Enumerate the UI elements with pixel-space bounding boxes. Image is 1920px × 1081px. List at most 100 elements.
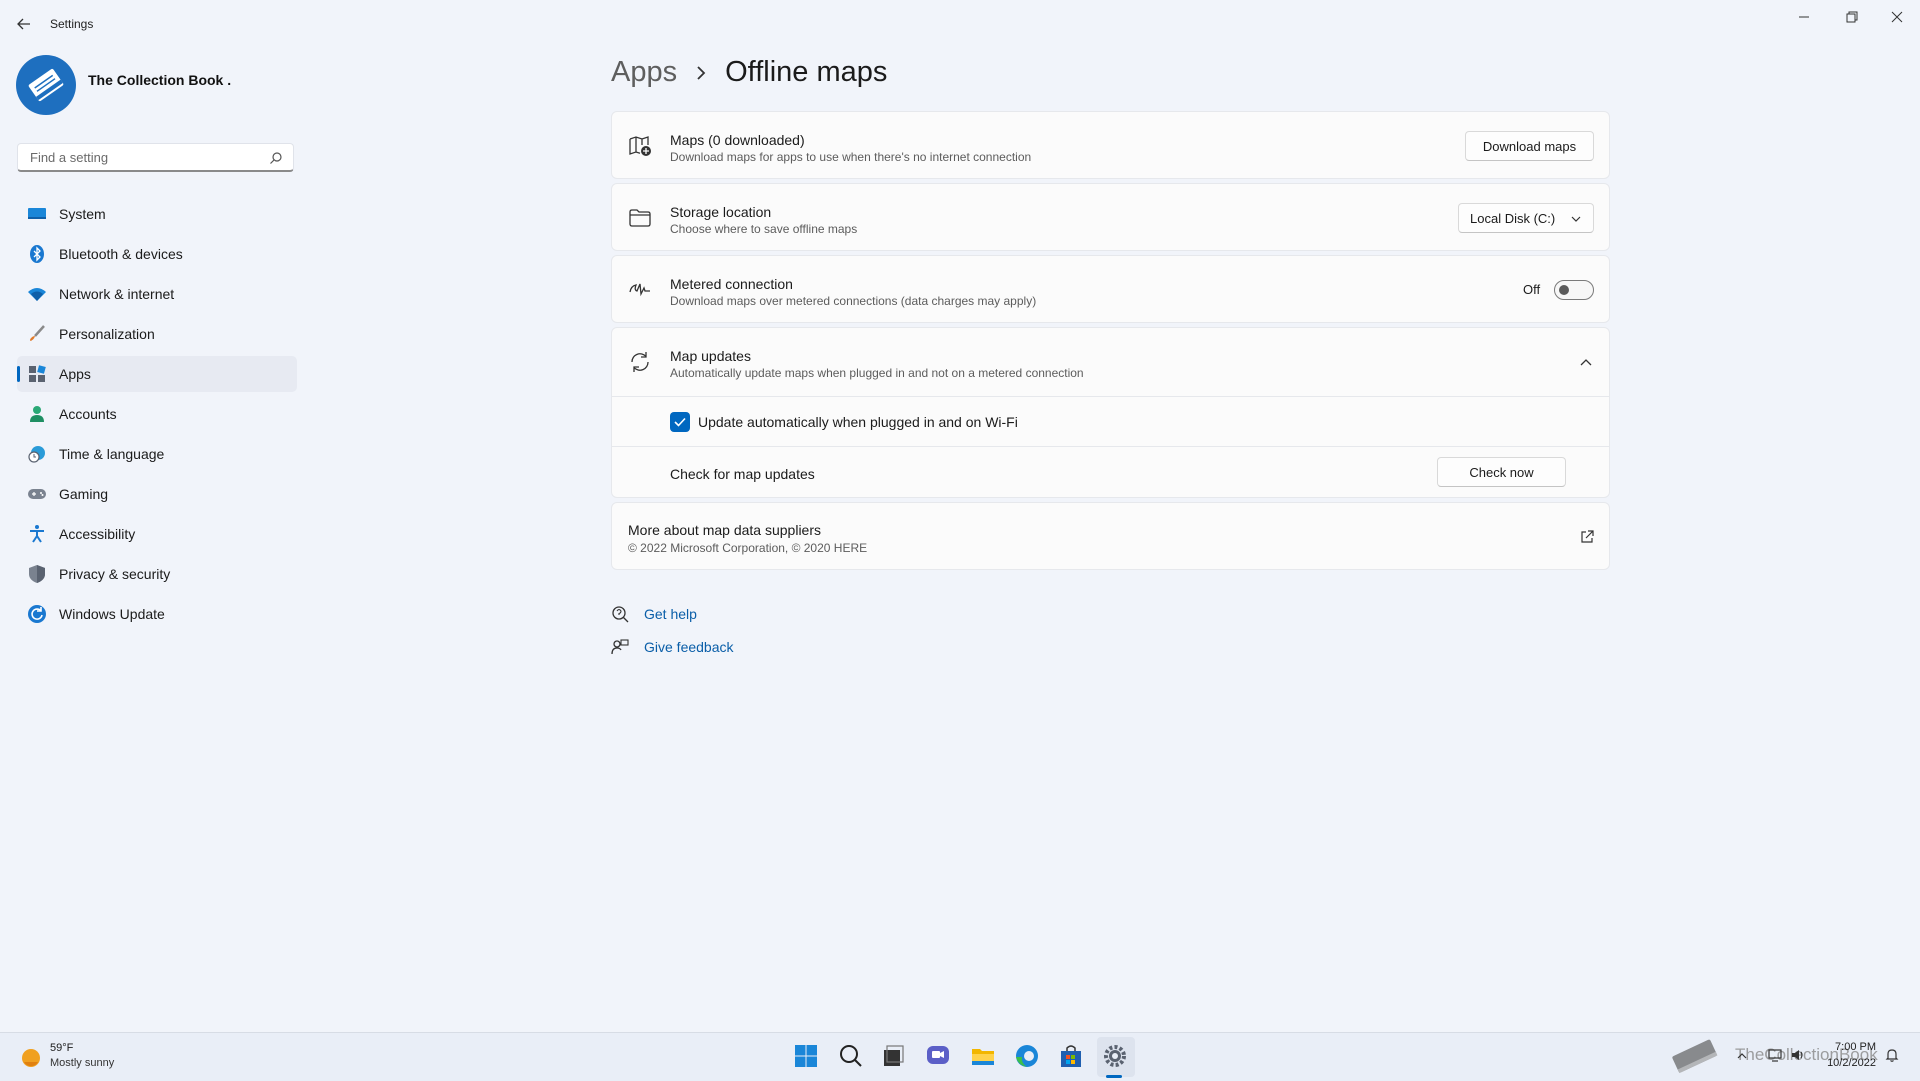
sidebar-item-privacy[interactable]: Privacy & security xyxy=(17,556,297,592)
bluetooth-icon xyxy=(27,244,47,264)
file-explorer-icon[interactable] xyxy=(970,1043,996,1069)
sidebar-item-apps[interactable]: Apps xyxy=(17,356,297,392)
wifi-icon xyxy=(27,284,47,304)
sidebar-item-label: Accounts xyxy=(59,406,117,422)
help-icon xyxy=(612,606,629,623)
storage-location-card: Storage location Choose where to save of… xyxy=(611,183,1610,251)
sidebar-item-label: Windows Update xyxy=(59,606,165,622)
maps-description: Download maps for apps to use when there… xyxy=(670,150,1032,164)
sidebar-item-label: Network & internet xyxy=(59,286,175,302)
open-external-icon[interactable] xyxy=(1580,530,1594,544)
sidebar-item-accessibility[interactable]: Accessibility xyxy=(17,516,297,552)
chat-icon[interactable] xyxy=(925,1043,951,1069)
divider xyxy=(612,396,1609,397)
sidebar-item-label: Personalization xyxy=(59,326,155,342)
clock-date[interactable]: 10/2/2022 xyxy=(1800,1057,1876,1069)
metered-toggle[interactable] xyxy=(1554,280,1594,300)
monitor-icon xyxy=(27,204,47,224)
maps-title: Maps (0 downloaded) xyxy=(670,132,805,148)
download-maps-button[interactable]: Download maps xyxy=(1465,131,1594,161)
maps-card: Maps (0 downloaded) Download maps for ap… xyxy=(611,111,1610,179)
breadcrumb-parent-apps[interactable]: Apps xyxy=(611,56,677,89)
map-updates-title: Map updates xyxy=(670,348,751,364)
profile-name: The Collection Book . xyxy=(88,72,232,88)
weather-temp: 59°F xyxy=(50,1042,74,1054)
chevron-up-icon[interactable] xyxy=(1737,1051,1747,1061)
breadcrumb: Apps Offline maps xyxy=(611,56,887,89)
sidebar-item-network[interactable]: Network & internet xyxy=(17,276,297,312)
toggle-state-label: Off xyxy=(1523,282,1541,297)
task-view-icon[interactable] xyxy=(880,1043,906,1069)
update-icon xyxy=(27,604,47,624)
check-now-button[interactable]: Check now xyxy=(1437,457,1566,487)
map-updates-header[interactable]: Map updates Automatically update maps wh… xyxy=(612,328,1609,396)
auto-update-label: Update automatically when plugged in and… xyxy=(698,414,1018,430)
clock-globe-icon xyxy=(27,444,47,464)
close-icon[interactable] xyxy=(1883,8,1911,26)
sidebar-item-system[interactable]: System xyxy=(17,196,297,232)
sidebar-nav: System Bluetooth & devices Network & int… xyxy=(17,196,297,636)
search-box[interactable] xyxy=(17,143,294,172)
sync-icon xyxy=(631,352,649,372)
restore-icon[interactable] xyxy=(1837,8,1865,26)
sidebar-item-windows-update[interactable]: Windows Update xyxy=(17,596,297,632)
shield-icon xyxy=(27,564,47,584)
map-suppliers-card[interactable]: More about map data suppliers © 2022 Mic… xyxy=(611,502,1610,570)
chevron-right-icon xyxy=(697,65,706,80)
apps-icon xyxy=(27,364,47,384)
feedback-icon xyxy=(611,639,629,655)
sidebar-item-bluetooth[interactable]: Bluetooth & devices xyxy=(17,236,297,272)
brush-icon xyxy=(27,324,47,344)
give-feedback-link[interactable]: Give feedback xyxy=(644,639,734,655)
person-icon xyxy=(27,404,47,424)
clock-time[interactable]: 7:00 PM xyxy=(1800,1041,1876,1053)
sidebar-item-accounts[interactable]: Accounts xyxy=(17,396,297,432)
get-help-link[interactable]: Get help xyxy=(644,606,697,622)
sidebar-item-label: System xyxy=(59,206,106,222)
folder-icon xyxy=(629,209,651,227)
divider xyxy=(612,446,1609,447)
map-updates-card: Map updates Automatically update maps wh… xyxy=(611,327,1610,498)
sidebar-item-label: Accessibility xyxy=(59,526,136,542)
metered-signal-icon xyxy=(629,283,650,297)
minimize-icon[interactable] xyxy=(1790,8,1818,26)
sidebar-item-label: Bluetooth & devices xyxy=(59,246,183,262)
book-watermark-icon xyxy=(1672,1039,1718,1074)
taskbar: 59°F Mostly sunny TheCollectionBook 7:00… xyxy=(0,1032,1920,1081)
gamepad-icon xyxy=(27,484,47,504)
sidebar-item-label: Privacy & security xyxy=(59,566,171,582)
weather-sun-icon[interactable] xyxy=(18,1045,44,1071)
avatar[interactable] xyxy=(16,55,76,115)
storage-description: Choose where to save offline maps xyxy=(670,222,858,236)
network-icon[interactable] xyxy=(1767,1047,1783,1063)
start-icon[interactable] xyxy=(793,1043,819,1069)
storage-location-dropdown[interactable]: Local Disk (C:) xyxy=(1458,203,1594,233)
page-title: Offline maps xyxy=(725,56,888,88)
search-input[interactable] xyxy=(28,149,262,166)
store-icon[interactable] xyxy=(1058,1043,1084,1069)
sidebar-item-time-language[interactable]: Time & language xyxy=(17,436,297,472)
window-title: Settings xyxy=(50,17,94,31)
sidebar-item-label: Gaming xyxy=(59,486,109,502)
notification-bell-icon[interactable] xyxy=(1884,1047,1900,1063)
metered-title: Metered connection xyxy=(670,276,793,292)
back-arrow-icon[interactable] xyxy=(14,14,34,34)
sidebar-item-label: Apps xyxy=(59,366,91,382)
book-logo-icon xyxy=(28,68,64,102)
settings-gear-icon[interactable] xyxy=(1102,1043,1128,1069)
search-icon[interactable] xyxy=(269,151,283,165)
metered-description: Download maps over metered connections (… xyxy=(670,294,1037,308)
sidebar-item-personalization[interactable]: Personalization xyxy=(17,316,297,352)
toggle-knob xyxy=(1559,285,1569,295)
sidebar-item-gaming[interactable]: Gaming xyxy=(17,476,297,512)
map-updates-description: Automatically update maps when plugged i… xyxy=(670,366,1084,380)
chevron-up-icon[interactable] xyxy=(1580,357,1592,369)
auto-update-checkbox[interactable] xyxy=(670,412,690,432)
map-download-icon xyxy=(629,136,651,156)
search-icon[interactable] xyxy=(838,1043,864,1069)
sidebar-item-label: Time & language xyxy=(59,446,165,462)
edge-icon[interactable] xyxy=(1014,1043,1040,1069)
metered-connection-card: Metered connection Download maps over me… xyxy=(611,255,1610,323)
active-app-indicator xyxy=(1106,1075,1122,1078)
chevron-down-icon xyxy=(1571,216,1581,222)
